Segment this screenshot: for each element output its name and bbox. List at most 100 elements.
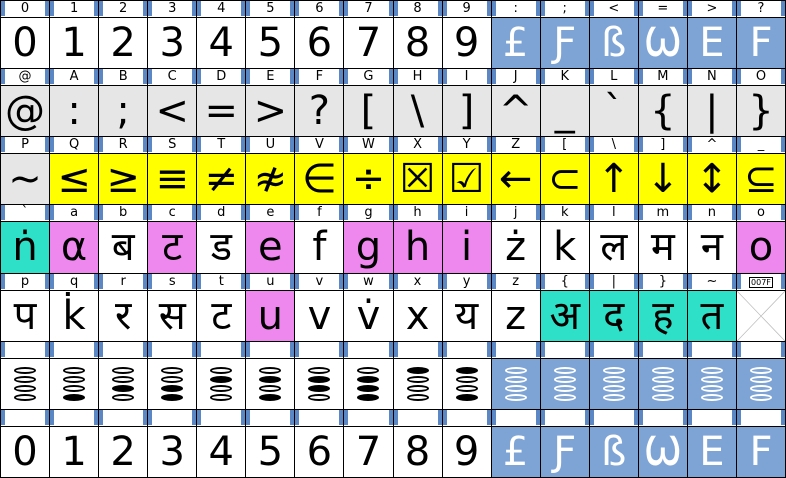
tick-mark xyxy=(731,69,736,85)
glyph-preview xyxy=(246,358,295,409)
tick-mark xyxy=(94,409,99,425)
glyph-preview xyxy=(197,358,246,409)
tick-mark xyxy=(731,1,736,16)
tick-mark xyxy=(295,409,300,425)
oval-mark xyxy=(749,375,772,383)
glyph-code-label: : xyxy=(491,1,540,18)
oval-stack-icon xyxy=(161,366,184,402)
glyph-code-label xyxy=(1,409,50,427)
glyph-char: \ xyxy=(410,88,425,135)
glyph-code-text: n xyxy=(707,205,717,221)
tick-mark xyxy=(393,69,398,85)
tick-mark xyxy=(442,205,447,221)
glyph-code-label: l xyxy=(589,205,638,223)
tick-mark xyxy=(491,409,496,425)
glyph-cell: X ☒ xyxy=(393,137,443,206)
glyph-code-label: G xyxy=(344,69,393,87)
glyph-code-text: K xyxy=(560,69,569,85)
glyph-preview xyxy=(736,358,785,409)
tick-mark xyxy=(486,273,491,289)
glyph-cell: T ≠ xyxy=(197,137,247,206)
glyph-cell: ii xyxy=(442,205,492,274)
tick-mark xyxy=(1,137,5,153)
glyph-code-label: ` xyxy=(1,205,50,223)
tick-mark xyxy=(736,273,741,289)
glyph-preview: F xyxy=(736,426,785,477)
glyph-cell: S ≡ xyxy=(148,137,198,206)
tick-mark xyxy=(295,205,300,221)
glyph-code-text: B xyxy=(118,69,128,85)
glyph-code-text: > xyxy=(706,1,718,16)
glyph-char: ` xyxy=(603,88,624,135)
glyph-code-text: | xyxy=(611,273,616,289)
glyph-code-label: u xyxy=(246,273,295,291)
tick-mark xyxy=(192,205,197,221)
glyph-cell: pप xyxy=(1,273,51,342)
glyph-code-label: } xyxy=(638,273,687,291)
glyph-code-label: t xyxy=(197,273,246,291)
glyph-code-text: E xyxy=(266,69,275,85)
glyph-char: £ xyxy=(502,428,529,475)
glyph-code-label xyxy=(99,409,148,427)
glyph-preview: > xyxy=(246,86,295,137)
glyph-char: = xyxy=(204,88,239,135)
tick-mark xyxy=(491,137,496,153)
glyph-code-text: ; xyxy=(562,1,567,16)
oval-mark xyxy=(553,375,576,383)
glyph-preview: ट xyxy=(148,222,197,273)
glyph-code-text: x xyxy=(413,273,422,289)
glyph-char: 1 xyxy=(61,428,87,475)
glyph-preview: : xyxy=(50,86,99,137)
glyph-char: य xyxy=(454,292,479,339)
glyph-code-label: U xyxy=(246,137,295,155)
glyph-code-label xyxy=(589,409,638,427)
glyph-char: 4 xyxy=(208,20,234,67)
glyph-cell: Y ☑ xyxy=(442,137,492,206)
glyph-code-text: O xyxy=(755,69,767,85)
glyph-cell: £ xyxy=(491,409,541,478)
tick-mark xyxy=(290,409,295,425)
oval-mark xyxy=(553,393,576,401)
glyph-preview: E xyxy=(687,18,736,69)
tick-mark xyxy=(540,341,545,357)
tick-mark xyxy=(393,137,398,153)
glyph-cell: M{ xyxy=(638,69,688,138)
glyph-cell: O} xyxy=(736,69,786,138)
glyph-preview xyxy=(50,358,99,409)
glyph-preview: 7 xyxy=(344,18,393,69)
glyph-code-text: l xyxy=(611,205,616,221)
glyph-preview: ↕ xyxy=(687,154,736,205)
tick-mark xyxy=(197,137,202,153)
glyph-code-label: 5 xyxy=(246,1,295,18)
glyph-code-text: 8 xyxy=(413,1,422,16)
glyph-cell: xx xyxy=(393,273,443,342)
tick-mark xyxy=(192,409,197,425)
tick-mark xyxy=(589,205,594,221)
glyph-preview: ` xyxy=(589,86,638,137)
oval-mark xyxy=(357,366,380,374)
tick-mark xyxy=(682,409,687,425)
tick-mark xyxy=(731,409,736,425)
tick-mark xyxy=(192,69,197,85)
tick-mark xyxy=(148,69,153,85)
tick-mark xyxy=(388,273,393,289)
glyph-code-label: x xyxy=(393,273,442,291)
tick-mark xyxy=(589,341,594,357)
tick-mark xyxy=(241,409,246,425)
glyph-code-label: d xyxy=(197,205,246,223)
glyph-char: { xyxy=(650,88,676,135)
glyph-cell: L ` xyxy=(589,69,639,138)
glyph-char: 6 xyxy=(306,20,333,67)
oval-mark xyxy=(357,384,380,392)
glyph-code-text: ? xyxy=(757,1,765,16)
tick-mark xyxy=(246,1,251,16)
glyph-preview: α xyxy=(50,222,99,273)
glyph-cell: B; xyxy=(99,69,149,138)
oval-mark xyxy=(112,375,135,383)
glyph-char: 8 xyxy=(404,20,431,67)
oval-mark xyxy=(455,366,478,374)
tick-mark xyxy=(682,69,687,85)
glyph-preview: 3 xyxy=(148,426,197,477)
glyph-char: 0 xyxy=(12,20,38,67)
oval-mark xyxy=(14,366,37,374)
